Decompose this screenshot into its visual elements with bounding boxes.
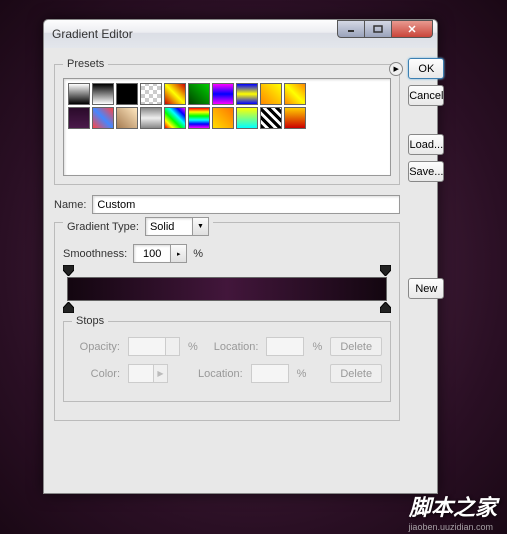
presets-fieldset: Presets ▶ (54, 58, 400, 185)
preset-swatch[interactable] (284, 107, 306, 129)
play-icon: ▶ (154, 364, 168, 383)
color-stop-right[interactable] (380, 302, 391, 313)
preset-swatch[interactable] (116, 107, 138, 129)
pct-label: % (188, 341, 198, 353)
location-label: Location: (214, 341, 259, 353)
close-button[interactable] (391, 20, 433, 38)
preset-swatch[interactable] (92, 83, 114, 105)
color-stop-left[interactable] (63, 302, 74, 313)
preset-swatch[interactable] (140, 83, 162, 105)
titlebar[interactable]: Gradient Editor (44, 20, 437, 48)
opacity-stop-left[interactable] (63, 265, 74, 276)
preset-swatch[interactable] (236, 83, 258, 105)
color-label: Color: (72, 368, 120, 380)
preset-swatch[interactable] (260, 83, 282, 105)
smoothness-input[interactable] (133, 244, 171, 263)
smoothness-label: Smoothness: (63, 248, 127, 260)
preset-swatch[interactable] (92, 107, 114, 129)
presets-grid (63, 78, 391, 176)
opacity-input (128, 337, 166, 356)
gradient-type-select[interactable] (145, 217, 193, 236)
location-label: Location: (198, 368, 243, 380)
preset-swatch[interactable] (188, 107, 210, 129)
delete-opacity-button: Delete (330, 337, 382, 356)
preset-swatch[interactable] (212, 83, 234, 105)
color-swatch-input (128, 364, 154, 383)
opacity-stop-row: Opacity: % Location: % Delete (72, 337, 382, 356)
gradient-details-fieldset: Gradient Type: ▼ Smoothness: ▸ % (54, 222, 400, 421)
dropdown-icon[interactable]: ▸ (171, 244, 187, 263)
preset-swatch[interactable] (236, 107, 258, 129)
opacity-location-input (266, 337, 304, 356)
presets-legend: Presets (63, 58, 108, 70)
preset-swatch[interactable] (260, 107, 282, 129)
gradient-type-label: Gradient Type: (67, 221, 139, 233)
name-label: Name: (54, 199, 86, 211)
name-row: Name: (54, 195, 400, 214)
gradient-bar-editor[interactable] (63, 277, 391, 301)
cancel-button[interactable]: Cancel (408, 85, 444, 106)
watermark-url: jiaoben.uuzidian.com (408, 522, 493, 532)
load-button[interactable]: Load... (408, 134, 444, 155)
preset-swatch[interactable] (68, 107, 90, 129)
new-button[interactable]: New (408, 278, 444, 299)
stops-legend: Stops (72, 315, 108, 327)
presets-menu-icon[interactable]: ▶ (389, 62, 403, 76)
dropdown-icon (166, 337, 180, 356)
pct-label: % (312, 341, 322, 353)
minimize-button[interactable] (337, 20, 365, 38)
preset-swatch[interactable] (212, 107, 234, 129)
maximize-button[interactable] (364, 20, 392, 38)
preset-swatch[interactable] (68, 83, 90, 105)
opacity-label: Opacity: (72, 341, 120, 353)
smoothness-unit: % (193, 248, 203, 260)
preset-swatch[interactable] (164, 83, 186, 105)
preset-swatch[interactable] (140, 107, 162, 129)
preset-swatch[interactable] (164, 107, 186, 129)
preset-swatch[interactable] (284, 83, 306, 105)
opacity-stop-right[interactable] (380, 265, 391, 276)
stops-fieldset: Stops Opacity: % Location: % Delete Colo… (63, 315, 391, 402)
preset-swatch[interactable] (188, 83, 210, 105)
gradient-editor-dialog: Gradient Editor Presets ▶ Name: Gradient… (43, 19, 438, 494)
save-button[interactable]: Save... (408, 161, 444, 182)
name-input[interactable] (92, 195, 400, 214)
color-stop-row: Color: ▶ Location: % Delete (72, 364, 382, 383)
preset-swatch[interactable] (116, 83, 138, 105)
gradient-track[interactable] (67, 277, 387, 301)
window-title: Gradient Editor (52, 27, 133, 41)
delete-color-button: Delete (330, 364, 382, 383)
window-controls (338, 20, 433, 38)
dropdown-icon[interactable]: ▼ (193, 217, 209, 236)
pct-label: % (297, 368, 307, 380)
ok-button[interactable]: OK (408, 58, 444, 79)
watermark-text: 脚本之家 (409, 490, 497, 522)
dialog-buttons: OK Cancel Load... Save... New (408, 58, 444, 431)
color-location-input (251, 364, 289, 383)
